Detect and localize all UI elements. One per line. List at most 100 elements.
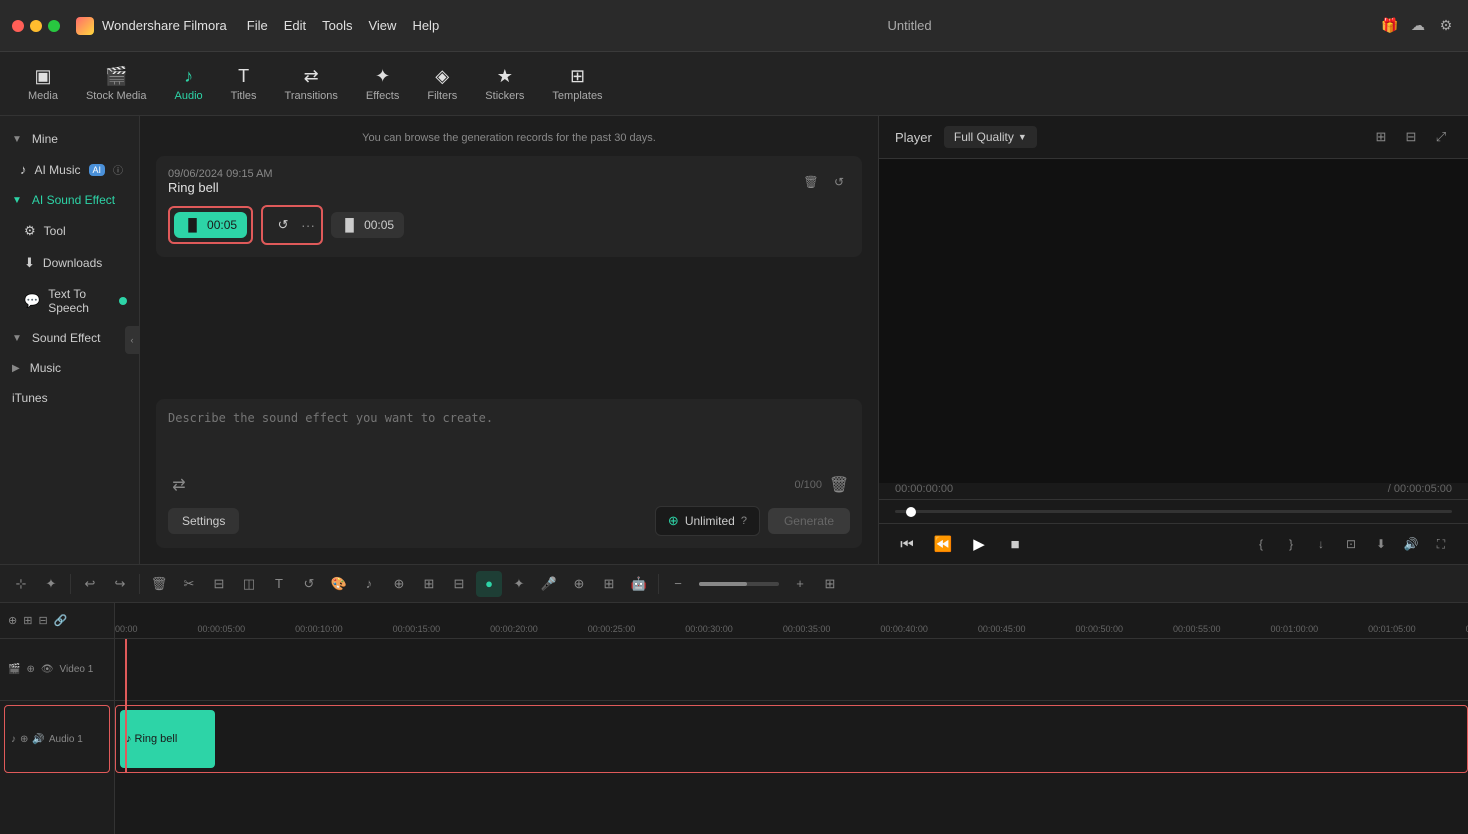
refresh-record-button[interactable]: ↺ [828,171,850,193]
chevron-sound-icon: ▼ [12,333,22,344]
menu-edit[interactable]: Edit [284,18,306,33]
toolbar-titles[interactable]: T Titles [219,60,269,108]
player-grid-icon[interactable]: ⊞ [1370,126,1392,148]
tl-color-tool[interactable]: 🎨 [326,571,352,597]
toolbar-media[interactable]: ▣ Media [16,60,70,108]
volume-icon[interactable]: 🔊 [1400,533,1422,555]
toolbar-effects[interactable]: ✦ Effects [354,60,411,108]
toolbar-audio[interactable]: ♪ Audio [163,60,215,108]
clear-prompt-button[interactable]: 🗑 [828,474,850,496]
ruler-mark-1: 00:00:05:00 [198,624,246,638]
more-options-button[interactable]: ··· [301,217,315,233]
shuffle-button[interactable]: ⇄ [168,474,190,496]
track-snap-icon[interactable]: ⊟ [38,614,47,627]
tl-zoom-in-button[interactable]: + [787,571,813,597]
tl-compound-tool[interactable]: ⊞ [596,571,622,597]
play-pause-button[interactable]: ↺ [269,211,297,239]
save-frame-icon[interactable]: ⬇ [1370,533,1392,555]
track-link-icon[interactable]: 🔗 [54,614,68,627]
ruler-mark-5: 00:00:25:00 [588,624,636,638]
rewind-button[interactable]: ⏮ [895,532,919,556]
step-back-button[interactable]: ⏪ [931,532,955,556]
tl-magnetic-tool[interactable]: ✦ [38,571,64,597]
zoom-slider[interactable] [699,582,779,586]
add-to-timeline-icon[interactable]: ↓ [1310,533,1332,555]
audio-clip[interactable]: ♪ Ring bell [120,710,215,768]
sidebar-item-tool[interactable]: ⚙ Tool [0,215,139,247]
toolbar-filters[interactable]: ◈ Filters [415,60,469,108]
toolbar-stickers[interactable]: ★ Stickers [473,60,536,108]
player-expand-icon[interactable]: ⤢ [1430,126,1452,148]
tl-effect-tool[interactable]: ✦ [506,571,532,597]
tl-extend-tool[interactable]: ⊞ [416,571,442,597]
delete-record-button[interactable]: 🗑 [800,171,822,193]
menu-tools[interactable]: Tools [322,18,352,33]
sidebar-collapse-button[interactable]: ‹ [125,326,139,354]
tl-mask-tool[interactable]: ◫ [236,571,262,597]
prompt-input[interactable] [168,411,850,461]
sidebar-item-sound-effect[interactable]: ▼ Sound Effect [0,323,139,353]
tl-mic-tool[interactable]: 🎤 [536,571,562,597]
audio-track-eye-icon[interactable]: 🔊 [32,734,44,745]
sidebar-item-itunes[interactable]: iTunes [0,383,139,413]
window-title: Untitled [439,18,1380,33]
settings-button[interactable]: Settings [168,508,239,534]
tl-zoom-out-button[interactable]: − [665,571,691,597]
audio-track-header: ♪ ⊕ 🔊 Audio 1 [4,705,110,773]
generate-button[interactable]: Generate [768,508,850,534]
toolbar-templates[interactable]: ⊞ Templates [540,60,614,108]
sidebar-item-downloads[interactable]: ⬇ Downloads [0,247,139,279]
tl-speed-tool[interactable]: ↺ [296,571,322,597]
tl-undo-button[interactable]: ↩ [77,571,103,597]
tl-select-tool[interactable]: ⊹ [8,571,34,597]
track-add-icon[interactable]: ⊕ [8,614,17,627]
toolbar-stock[interactable]: 🎬 Stock Media [74,60,159,108]
unlimited-button[interactable]: ⊕ Unlimited ? [655,506,760,536]
tl-voice-tool[interactable]: ⊕ [566,571,592,597]
close-button[interactable] [12,20,24,32]
stop-button[interactable]: ■ [1003,532,1027,556]
cloud-icon[interactable]: ☁ [1408,16,1428,36]
minimize-button[interactable] [30,20,42,32]
quality-select[interactable]: Full Quality ▼ [944,126,1037,148]
sidebar-item-music[interactable]: ▶ Music [0,353,139,383]
sidebar-item-text-to-speech[interactable]: 💬 Text To Speech [0,279,139,323]
audio-item-2[interactable]: ▐▌ 00:05 [331,212,404,238]
audio-time-2: 00:05 [364,218,394,232]
sidebar-item-ai-sound-effect[interactable]: ▼ AI Sound Effect [0,185,139,215]
tl-audio-tool[interactable]: ♪ [356,571,382,597]
media-label: Media [28,90,58,102]
tl-text-tool[interactable]: T [266,571,292,597]
audio-track-add-icon[interactable]: ⊕ [20,734,28,745]
player-layout-icon[interactable]: ⊟ [1400,126,1422,148]
timeline-progress[interactable] [895,510,1452,513]
tl-redo-button[interactable]: ↪ [107,571,133,597]
track-grid-icon[interactable]: ⊞ [23,614,32,627]
video-track-add-icon[interactable]: ⊕ [26,664,34,675]
tl-layout-button[interactable]: ⊞ [817,571,843,597]
right-actions: ⊕ Unlimited ? Generate [655,506,850,536]
tl-crop-tool[interactable]: ⊟ [206,571,232,597]
tl-ai-tool[interactable]: 🤖 [626,571,652,597]
screenshot-icon[interactable]: ⊡ [1340,533,1362,555]
sidebar-item-ai-music[interactable]: ♪ AI Music AI ⓘ [0,154,139,185]
video-track-eye-icon[interactable]: 👁 [41,664,54,675]
play-button[interactable]: ▶ [967,532,991,556]
tl-clip-tool[interactable]: ⊕ [386,571,412,597]
gift-icon[interactable]: 🎁 [1380,16,1400,36]
mark-out-icon[interactable]: } [1280,533,1302,555]
tl-cut-tool[interactable]: ✂ [176,571,202,597]
audio-item-1[interactable]: ▐▌ 00:05 [174,212,247,238]
menu-file[interactable]: File [247,18,268,33]
fullscreen-player-icon[interactable]: ⛶ [1430,533,1452,555]
settings-icon[interactable]: ⚙ [1436,16,1456,36]
toolbar-transitions[interactable]: ⇄ Transitions [273,60,350,108]
mark-in-icon[interactable]: { [1250,533,1272,555]
tl-delete-button[interactable]: 🗑 [146,571,172,597]
sidebar-item-mine[interactable]: ▼ Mine [0,124,139,154]
fullscreen-button[interactable] [48,20,60,32]
menu-help[interactable]: Help [412,18,439,33]
tl-split-tool[interactable]: ⊟ [446,571,472,597]
menu-view[interactable]: View [368,18,396,33]
tl-ripple-tool[interactable]: ● [476,571,502,597]
